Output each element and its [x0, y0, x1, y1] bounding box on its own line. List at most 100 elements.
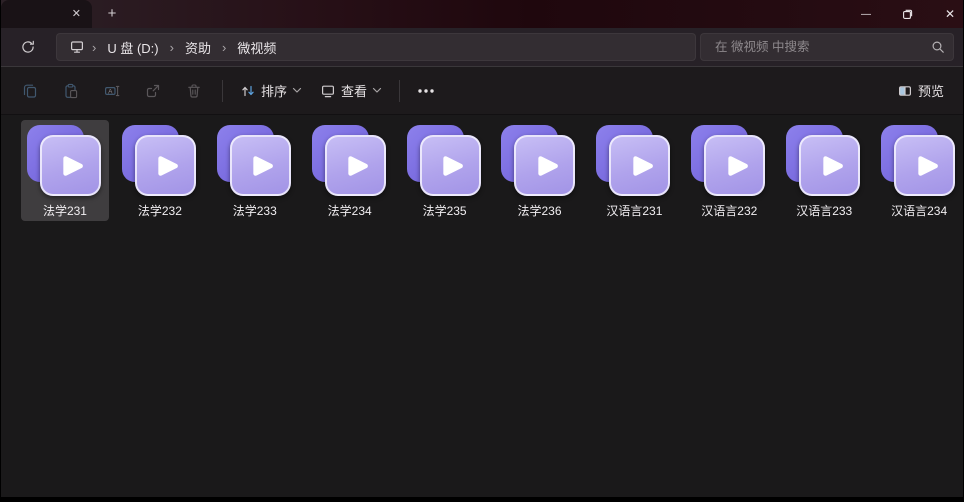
play-icon — [909, 150, 941, 182]
search-icon[interactable] — [931, 40, 945, 54]
breadcrumb-chevron-icon[interactable]: › — [87, 41, 101, 54]
stacked-square-front — [135, 135, 196, 196]
window-controls: — ✕ — [845, 0, 964, 28]
play-icon — [434, 150, 466, 182]
file-item[interactable]: 法学235 — [401, 120, 489, 221]
rename-icon: A — [104, 83, 120, 99]
play-icon — [624, 150, 656, 182]
stacked-square-front — [704, 135, 765, 196]
breadcrumb-segment[interactable]: 资助 — [179, 38, 217, 57]
file-item[interactable]: 汉语言234 — [875, 120, 963, 221]
video-file-icon — [500, 125, 578, 199]
copy-icon — [22, 83, 38, 99]
sort-icon — [240, 83, 256, 99]
file-item[interactable]: 汉语言233 — [780, 120, 868, 221]
svg-text:A: A — [108, 88, 113, 95]
preview-toggle-button[interactable]: 预览 — [888, 75, 953, 107]
ellipsis-icon — [417, 88, 435, 94]
stacked-square-front — [325, 135, 386, 196]
view-button[interactable]: 查看 — [311, 75, 391, 107]
breadcrumb-chevron-icon[interactable]: › — [165, 41, 179, 54]
minimize-button[interactable]: — — [845, 0, 887, 28]
address-bar-row: ›U 盘 (D:)›资助›微视频 — [1, 28, 963, 67]
delete-icon — [186, 83, 202, 99]
play-icon — [54, 150, 86, 182]
paste-button[interactable] — [50, 75, 91, 107]
share-button[interactable] — [132, 75, 173, 107]
copy-button[interactable] — [9, 75, 50, 107]
preview-pane-icon — [897, 83, 913, 99]
video-file-icon — [26, 125, 104, 199]
file-name: 法学235 — [423, 202, 467, 219]
view-icon — [320, 83, 336, 99]
window-bottom-edge — [0, 497, 964, 502]
play-icon — [814, 150, 846, 182]
video-file-icon — [785, 125, 863, 199]
stacked-square-front — [799, 135, 860, 196]
refresh-icon — [20, 39, 36, 55]
file-grid: 法学231 法学232 法学233 — [21, 120, 963, 221]
stacked-square-front — [514, 135, 575, 196]
titlebar: ✕ + — ✕ — [1, 0, 963, 28]
refresh-button[interactable] — [10, 33, 46, 61]
file-item[interactable]: 法学236 — [496, 120, 584, 221]
video-file-icon — [690, 125, 768, 199]
breadcrumb-chevron-icon[interactable]: › — [217, 41, 231, 54]
this-pc-icon[interactable] — [69, 39, 85, 55]
file-item[interactable]: 汉语言231 — [590, 120, 678, 221]
chevron-down-icon — [372, 87, 382, 94]
explorer-tab[interactable]: ✕ — [1, 0, 92, 28]
breadcrumb: ›U 盘 (D:)›资助›微视频 — [87, 38, 282, 57]
play-icon — [529, 150, 561, 182]
video-file-icon — [880, 125, 958, 199]
file-item[interactable]: 法学231 — [21, 120, 109, 221]
stacked-square-front — [230, 135, 291, 196]
delete-button[interactable] — [173, 75, 214, 107]
file-name: 法学233 — [233, 202, 277, 219]
close-button[interactable]: ✕ — [929, 0, 964, 28]
play-icon — [719, 150, 751, 182]
new-tab-button[interactable]: + — [102, 4, 122, 24]
video-file-icon — [216, 125, 294, 199]
file-explorer-window: ✕ + — ✕ — [1, 0, 963, 497]
sort-button[interactable]: 排序 — [231, 75, 311, 107]
more-options-button[interactable] — [408, 75, 444, 107]
file-name: 汉语言231 — [606, 202, 662, 219]
file-item[interactable]: 法学232 — [116, 120, 204, 221]
file-name: 法学234 — [328, 202, 372, 219]
file-item[interactable]: 法学234 — [306, 120, 394, 221]
file-name: 法学231 — [43, 202, 87, 219]
toolbar-divider — [222, 80, 223, 102]
tab-close-icon[interactable]: ✕ — [72, 9, 81, 20]
breadcrumb-segment[interactable]: U 盘 (D:) — [101, 38, 164, 57]
file-name: 法学236 — [517, 202, 561, 219]
stacked-square-front — [40, 135, 101, 196]
file-item[interactable]: 法学233 — [211, 120, 299, 221]
file-name: 汉语言233 — [796, 202, 852, 219]
stacked-square-front — [609, 135, 670, 196]
share-icon — [145, 83, 161, 99]
command-bar: A — [1, 67, 963, 115]
search-box[interactable] — [700, 33, 954, 61]
file-name: 汉语言234 — [891, 202, 947, 219]
view-label: 查看 — [341, 81, 367, 100]
preview-label: 预览 — [918, 81, 944, 100]
search-input[interactable] — [713, 39, 931, 55]
stacked-square-front — [894, 135, 955, 196]
rename-button[interactable]: A — [91, 75, 132, 107]
video-file-icon — [311, 125, 389, 199]
address-breadcrumb-bar[interactable]: ›U 盘 (D:)›资助›微视频 — [56, 33, 696, 61]
stacked-square-front — [420, 135, 481, 196]
play-icon — [149, 150, 181, 182]
video-file-icon — [406, 125, 484, 199]
file-item[interactable]: 汉语言232 — [685, 120, 773, 221]
play-icon — [244, 150, 276, 182]
video-file-icon — [595, 125, 673, 199]
file-name: 法学232 — [138, 202, 182, 219]
maximize-restore-button[interactable] — [887, 0, 929, 28]
file-name: 汉语言232 — [701, 202, 757, 219]
play-icon — [339, 150, 371, 182]
toolbar-divider — [399, 80, 400, 102]
restore-icon — [902, 8, 914, 20]
breadcrumb-segment[interactable]: 微视频 — [231, 38, 282, 57]
